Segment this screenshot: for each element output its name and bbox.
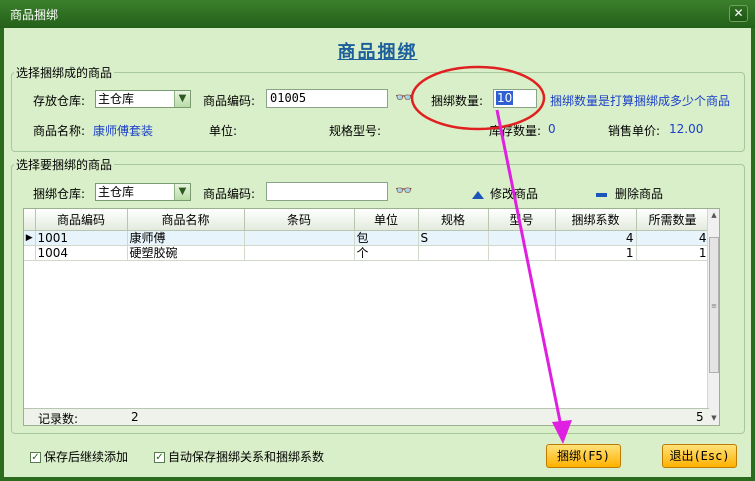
grid-corner <box>24 209 36 231</box>
cell-name[interactable]: 硬塑胶碗 <box>127 245 245 261</box>
cell-model[interactable] <box>488 230 556 246</box>
page-title: 商品捆绑 <box>337 42 418 63</box>
table-row[interactable]: 1004 硬塑胶碗 个 1 1 <box>24 245 719 261</box>
scroll-down-icon[interactable]: ▼ <box>708 412 719 425</box>
vertical-scrollbar[interactable]: ▲ ≡ ▼ <box>707 209 719 425</box>
storage-warehouse-select[interactable]: 主仓库 ▼ <box>95 90 191 108</box>
cell-code[interactable]: 1004 <box>35 245 128 261</box>
cell-required[interactable]: 1 <box>636 245 710 261</box>
bundle-warehouse-value: 主仓库 <box>98 185 135 199</box>
column-header[interactable]: 所需数量 <box>636 209 710 231</box>
row-indicator-icon: ▶ <box>24 230 36 246</box>
table-row[interactable]: ▶ 1001 康师傅 包 S 4 4 <box>24 230 719 246</box>
minus-icon <box>596 192 607 197</box>
column-header[interactable]: 单位 <box>354 209 419 231</box>
row-indicator <box>24 245 36 261</box>
required-total-value: 5 <box>696 410 704 424</box>
dialog-window: 商品捆绑 ✕ 商品捆绑 选择捆绑成的商品 存放仓库: 主仓库 ▼ 商品编码: 0… <box>0 0 755 481</box>
storage-warehouse-value: 主仓库 <box>98 92 135 106</box>
record-count-label: 记录数: <box>38 412 79 426</box>
dialog-body: 商品捆绑 选择捆绑成的商品 存放仓库: 主仓库 ▼ 商品编码: 01005 👓 … <box>4 28 751 477</box>
product-name-label: 商品名称: <box>33 124 86 138</box>
product-code-label: 商品编码: <box>203 94 256 108</box>
exit-button[interactable]: 退出(Esc) <box>662 444 737 468</box>
keep-adding-checkbox[interactable]: ✓ 保存后继续添加 <box>30 448 128 465</box>
binoculars-icon[interactable]: 👓 <box>395 91 412 105</box>
cell-name[interactable]: 康师傅 <box>127 230 245 246</box>
grid-footer: 记录数: 2 5 <box>24 408 709 425</box>
column-header[interactable]: 商品编码 <box>35 209 128 231</box>
scroll-thumb[interactable]: ≡ <box>709 237 719 373</box>
cell-required[interactable]: 4 <box>636 230 710 246</box>
storage-warehouse-label: 存放仓库: <box>33 94 86 108</box>
delete-product-button[interactable]: 删除商品 <box>596 185 663 202</box>
bundle-qty-input[interactable]: 10 <box>493 89 537 108</box>
modify-product-label: 修改商品 <box>490 187 539 201</box>
bundle-warehouse-label: 捆绑仓库: <box>33 187 86 201</box>
stock-qty-label: 库存数量: <box>489 124 542 138</box>
checkmark-icon[interactable]: ✓ <box>30 452 41 463</box>
checkmark-icon[interactable]: ✓ <box>154 452 165 463</box>
cell-spec[interactable] <box>418 245 489 261</box>
window-title: 商品捆绑 <box>10 8 59 22</box>
column-header[interactable]: 规格 <box>418 209 489 231</box>
product-name-value: 康师傅套装 <box>93 124 154 138</box>
component-code-label: 商品编码: <box>203 187 256 201</box>
cell-unit[interactable]: 包 <box>354 230 419 246</box>
auto-save-label: 自动保存捆绑关系和捆绑系数 <box>168 450 325 464</box>
cell-factor[interactable]: 1 <box>555 245 637 261</box>
column-header[interactable]: 捆绑系数 <box>555 209 637 231</box>
cell-factor[interactable]: 4 <box>555 230 637 246</box>
record-count-value: 2 <box>131 410 139 424</box>
scroll-up-icon[interactable]: ▲ <box>708 209 719 222</box>
column-header[interactable]: 条码 <box>244 209 355 231</box>
cell-unit[interactable]: 个 <box>354 245 419 261</box>
grid-header-row: 商品编码 商品名称 条码 单位 规格 型号 捆绑系数 所需数量 <box>24 209 719 231</box>
unit-label: 单位: <box>209 124 238 138</box>
keep-adding-label: 保存后继续添加 <box>44 450 129 464</box>
bundle-qty-value: 10 <box>496 91 514 105</box>
triangle-up-icon <box>472 190 484 199</box>
bundle-warehouse-select[interactable]: 主仓库 ▼ <box>95 183 191 201</box>
delete-product-label: 删除商品 <box>615 187 664 201</box>
component-code-input[interactable] <box>266 182 388 201</box>
cell-barcode[interactable] <box>244 245 355 261</box>
product-code-input[interactable]: 01005 <box>266 89 388 108</box>
modify-product-button[interactable]: 修改商品 <box>472 185 538 202</box>
component-legend: 选择要捆绑的商品 <box>16 158 113 172</box>
chevron-down-icon[interactable]: ▼ <box>174 184 190 200</box>
component-table: 商品编码 商品名称 条码 单位 规格 型号 捆绑系数 所需数量 ▶ 1001 康… <box>24 209 719 261</box>
bundle-target-legend: 选择捆绑成的商品 <box>16 66 113 80</box>
bundle-qty-label: 捆绑数量: <box>431 94 484 108</box>
cell-spec[interactable]: S <box>418 230 489 246</box>
cell-code[interactable]: 1001 <box>35 230 128 246</box>
cell-model[interactable] <box>488 245 556 261</box>
close-button[interactable]: ✕ <box>729 5 748 22</box>
auto-save-checkbox[interactable]: ✓ 自动保存捆绑关系和捆绑系数 <box>154 448 324 465</box>
cell-barcode[interactable] <box>244 230 355 246</box>
spec-label: 规格型号: <box>329 124 382 138</box>
sale-price-value: 12.00 <box>669 122 704 136</box>
bundle-button[interactable]: 捆绑(F5) <box>546 444 621 468</box>
column-header[interactable]: 型号 <box>488 209 556 231</box>
chevron-down-icon[interactable]: ▼ <box>174 91 190 107</box>
title-bar[interactable]: 商品捆绑 ✕ <box>0 0 755 28</box>
bundle-qty-hint: 捆绑数量是打算捆绑成多少个商品 <box>550 94 731 108</box>
binoculars-icon[interactable]: 👓 <box>395 184 412 198</box>
component-grid[interactable]: 商品编码 商品名称 条码 单位 规格 型号 捆绑系数 所需数量 ▶ 1001 康… <box>23 208 720 426</box>
stock-qty-value: 0 <box>548 122 556 136</box>
sale-price-label: 销售单价: <box>608 124 661 138</box>
column-header[interactable]: 商品名称 <box>127 209 245 231</box>
